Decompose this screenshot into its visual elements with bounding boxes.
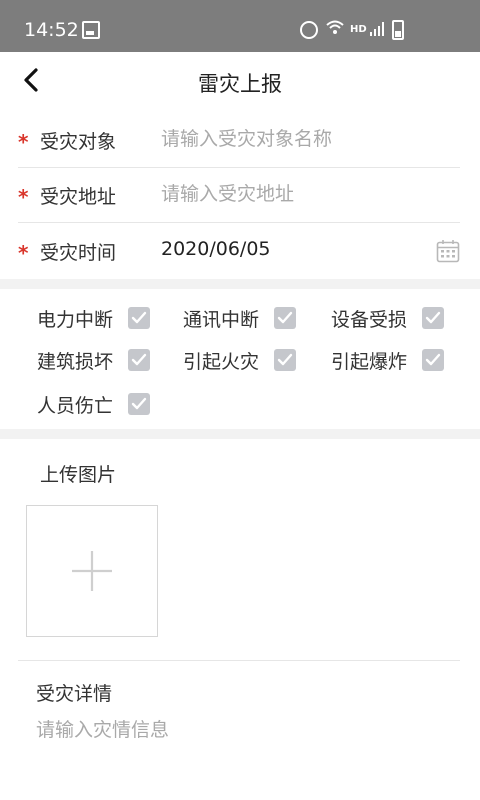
target-input[interactable] xyxy=(161,122,431,156)
signal-icon xyxy=(370,22,384,36)
damage-type-checkbox[interactable] xyxy=(422,307,444,329)
form-row-address: * 受灾地址 xyxy=(18,167,460,223)
damage-type-checkbox[interactable] xyxy=(274,349,296,371)
details-label: 受灾详情 xyxy=(36,683,113,705)
battery-icon xyxy=(392,20,404,40)
check-icon xyxy=(131,353,147,366)
damage-type-label: 设备受损 xyxy=(331,309,408,331)
damage-type-checkbox[interactable] xyxy=(274,307,296,329)
damage-type-label: 建筑损坏 xyxy=(37,351,114,373)
damage-type-checkbox[interactable] xyxy=(128,349,150,371)
address-label: 受灾地址 xyxy=(40,186,117,208)
damage-type-label: 引起爆炸 xyxy=(331,351,408,373)
upload-image-button[interactable] xyxy=(26,505,158,637)
damage-type-checkbox[interactable] xyxy=(422,349,444,371)
damage-type-checkbox[interactable] xyxy=(128,307,150,329)
time-label: 受灾时间 xyxy=(40,242,117,264)
status-time: 14:52 xyxy=(24,19,79,41)
page-title: 雷灾上报 xyxy=(198,72,282,96)
section-divider-line xyxy=(18,660,460,661)
required-mark: * xyxy=(18,185,29,209)
status-bar: 14:52 HD xyxy=(0,0,480,52)
damage-type-option[interactable]: 人员伤亡 xyxy=(37,387,152,419)
check-icon xyxy=(425,311,441,324)
damage-type-option[interactable]: 电力中断 xyxy=(37,301,152,333)
plus-icon xyxy=(72,551,112,591)
damage-type-label: 人员伤亡 xyxy=(37,395,114,417)
time-value[interactable]: 2020/06/05 xyxy=(161,238,271,260)
check-icon xyxy=(131,311,147,324)
damage-type-option[interactable]: 建筑损坏 xyxy=(37,343,152,375)
damage-type-checkbox[interactable] xyxy=(128,393,150,415)
required-mark: * xyxy=(18,130,29,154)
check-icon xyxy=(131,397,147,410)
alarm-icon xyxy=(300,21,318,39)
damage-type-label: 电力中断 xyxy=(37,309,114,331)
upload-label: 上传图片 xyxy=(40,464,117,486)
app-header: 雷灾上报 xyxy=(0,52,480,110)
damage-type-option[interactable]: 引起爆炸 xyxy=(331,343,446,375)
check-icon xyxy=(277,311,293,324)
calendar-icon[interactable] xyxy=(436,239,460,263)
damage-type-label: 引起火灾 xyxy=(183,351,260,373)
check-icon xyxy=(425,353,441,366)
required-mark: * xyxy=(18,241,29,265)
details-input[interactable] xyxy=(36,713,436,747)
target-label: 受灾对象 xyxy=(40,131,117,153)
damage-type-option[interactable]: 引起火灾 xyxy=(183,343,298,375)
damage-type-option[interactable]: 通讯中断 xyxy=(183,301,298,333)
wifi-icon xyxy=(326,20,344,34)
damage-type-label: 通讯中断 xyxy=(183,309,260,331)
form-row-target: * 受灾对象 xyxy=(18,112,460,168)
check-icon xyxy=(277,353,293,366)
address-input[interactable] xyxy=(161,177,431,211)
damage-type-option[interactable]: 设备受损 xyxy=(331,301,446,333)
gallery-icon xyxy=(82,21,100,39)
section-divider xyxy=(0,279,480,289)
section-divider xyxy=(0,429,480,439)
form-row-time[interactable]: * 受灾时间 2020/06/05 xyxy=(18,223,460,278)
hd-label: HD xyxy=(350,24,367,35)
